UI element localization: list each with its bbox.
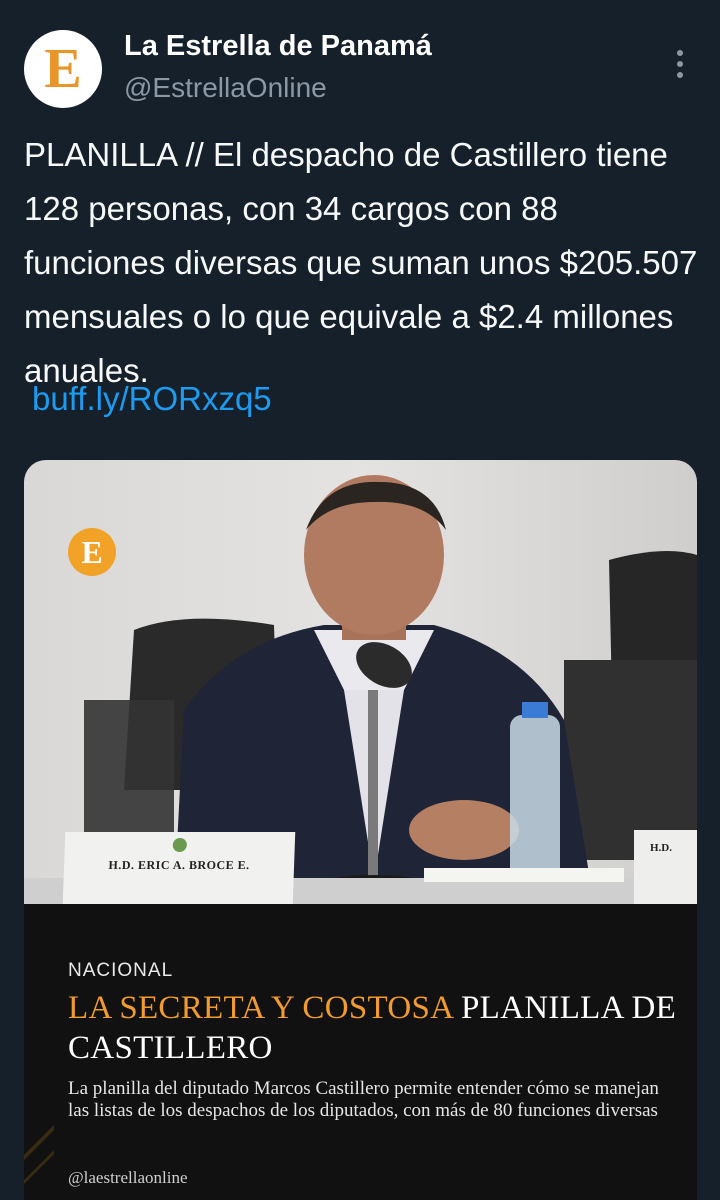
tweet-link[interactable]: buff.ly/RORxzq5 xyxy=(32,372,272,426)
seal-icon xyxy=(172,838,188,852)
account-name[interactable]: La Estrella de Panamá xyxy=(124,30,432,63)
estrella-logo-icon: E xyxy=(44,38,82,100)
nameplate-right: H.D. xyxy=(634,830,697,904)
media-card[interactable]: E H.D. ERIC A. BROCE E. H.D. NACIONAL LA… xyxy=(24,460,697,1200)
profile-avatar[interactable]: E xyxy=(24,30,102,108)
account-handle[interactable]: @EstrellaOnline xyxy=(124,72,327,104)
decorative-lines xyxy=(24,1104,54,1200)
article-card: NACIONAL LA SECRETA Y COSTOSA PLANILLA D… xyxy=(24,904,697,1200)
tweet[interactable]: E La Estrella de Panamá @EstrellaOnline … xyxy=(0,0,720,1200)
nameplate-left: H.D. ERIC A. BROCE E. xyxy=(62,832,296,904)
badge-letter: E xyxy=(81,534,103,570)
more-vertical-icon[interactable] xyxy=(670,44,690,84)
nameplate-name: H.D. ERIC A. BROCE E. xyxy=(108,858,250,872)
section-label: NACIONAL xyxy=(68,960,174,981)
article-summary: La planilla del diputado Marcos Castille… xyxy=(68,1078,659,1121)
tweet-text: PLANILLA // El despacho de Castillero ti… xyxy=(24,136,698,389)
article-photo: E H.D. ERIC A. BROCE E. H.D. xyxy=(24,460,697,904)
dot xyxy=(677,61,683,67)
estrella-badge-icon: E xyxy=(68,528,116,576)
dot xyxy=(677,50,683,56)
headline: LA SECRETA Y COSTOSA PLANILLA DE CASTILL… xyxy=(68,988,678,1068)
headline-accent: LA SECRETA Y COSTOSA xyxy=(68,990,453,1026)
dot xyxy=(677,72,683,78)
image-credit: @laestrellaonline xyxy=(68,1168,188,1187)
